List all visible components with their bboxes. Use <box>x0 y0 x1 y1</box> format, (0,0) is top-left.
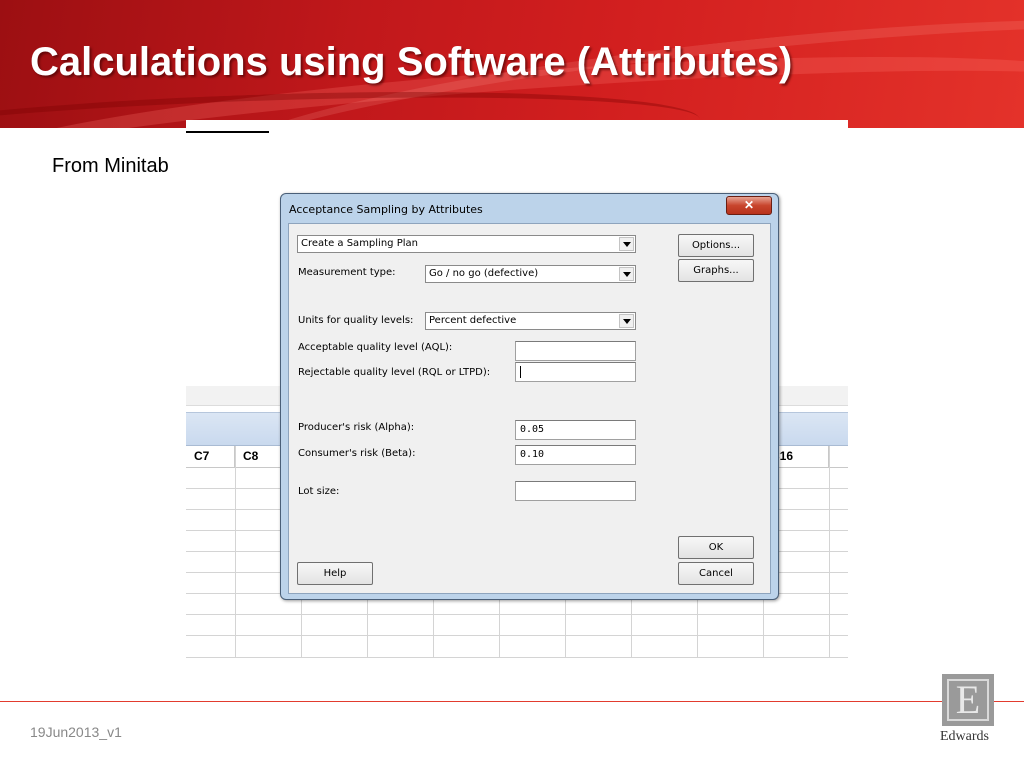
units-select[interactable]: Percent defective <box>425 312 636 330</box>
measurement-type-label: Measurement type: <box>298 267 396 278</box>
underline-mark <box>186 131 269 133</box>
text-caret <box>520 366 521 378</box>
grid-line <box>186 614 848 615</box>
column-header[interactable]: C7 <box>186 446 235 468</box>
plan-type-value: Create a Sampling Plan <box>301 238 418 249</box>
alpha-label: Producer's risk (Alpha): <box>298 422 415 433</box>
options-button[interactable]: Options... <box>678 234 754 257</box>
aql-input[interactable] <box>515 341 636 361</box>
cancel-button[interactable]: Cancel <box>678 562 754 585</box>
chevron-down-icon[interactable] <box>619 267 634 281</box>
lot-size-label: Lot size: <box>298 486 340 497</box>
rql-label: Rejectable quality level (RQL or LTPD): <box>298 367 491 378</box>
grid-line <box>186 657 848 658</box>
units-value: Percent defective <box>429 315 517 326</box>
dialog-title: Acceptance Sampling by Attributes <box>289 203 483 216</box>
dialog-body: Create a Sampling Plan Measurement type:… <box>288 223 771 594</box>
logo-text: Edwards <box>940 729 989 744</box>
graphs-button[interactable]: Graphs... <box>678 259 754 282</box>
slide-subtitle: From Minitab <box>52 155 169 177</box>
version-label: 19Jun2013_v1 <box>30 724 122 740</box>
aql-label: Acceptable quality level (AQL): <box>298 342 453 353</box>
column-header[interactable] <box>829 446 848 468</box>
measurement-type-value: Go / no go (defective) <box>429 268 539 279</box>
units-label: Units for quality levels: <box>298 315 414 326</box>
edwards-logo: E <box>942 674 994 726</box>
beta-label: Consumer's risk (Beta): <box>298 448 416 459</box>
grid-line <box>235 446 236 658</box>
plan-type-select[interactable]: Create a Sampling Plan <box>297 235 636 253</box>
measurement-type-select[interactable]: Go / no go (defective) <box>425 265 636 283</box>
chevron-down-icon[interactable] <box>619 237 634 251</box>
footer-divider <box>0 701 1024 702</box>
slide-title: Calculations using Software (Attributes) <box>30 40 793 84</box>
rql-input[interactable] <box>515 362 636 382</box>
alpha-input[interactable]: 0.05 <box>515 420 636 440</box>
help-button[interactable]: Help <box>297 562 373 585</box>
slide-header: Calculations using Software (Attributes) <box>0 0 1024 128</box>
grid-line <box>829 446 830 658</box>
chevron-down-icon[interactable] <box>619 314 634 328</box>
screenshot-top-edge <box>186 120 848 128</box>
acceptance-sampling-dialog: Acceptance Sampling by Attributes ✕ Crea… <box>280 193 779 600</box>
ok-button[interactable]: OK <box>678 536 754 559</box>
close-icon[interactable]: ✕ <box>726 196 772 215</box>
grid-line <box>186 635 848 636</box>
lot-size-input[interactable] <box>515 481 636 501</box>
logo-glyph: E <box>955 677 981 722</box>
beta-input[interactable]: 0.10 <box>515 445 636 465</box>
